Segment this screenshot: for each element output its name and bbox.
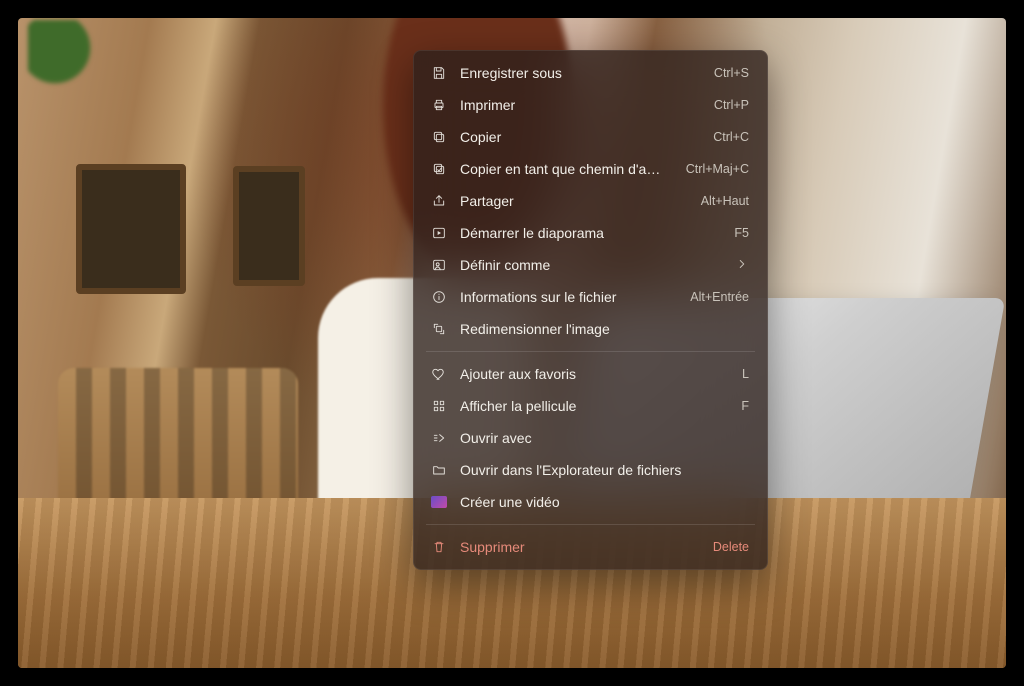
resize-icon	[430, 320, 448, 338]
info-icon	[430, 288, 448, 306]
trash-icon	[430, 538, 448, 556]
menu-item-label: Redimensionner l'image	[460, 321, 749, 337]
menu-item-shortcut: Ctrl+C	[713, 130, 749, 144]
video-gradient-icon	[430, 493, 448, 511]
menu-item-shortcut: Alt+Haut	[701, 194, 749, 208]
menu-item-copy-path[interactable]: Copier en tant que chemin d'accès Ctrl+M…	[418, 153, 763, 185]
menu-item-save-as[interactable]: Enregistrer sous Ctrl+S	[418, 57, 763, 89]
bg-decor	[233, 166, 305, 286]
menu-item-open-explorer[interactable]: Ouvrir dans l'Explorateur de fichiers	[418, 454, 763, 486]
bg-decor	[28, 20, 118, 90]
menu-item-file-info[interactable]: Informations sur le fichier Alt+Entrée	[418, 281, 763, 313]
chevron-right-icon	[735, 257, 749, 274]
grid-icon	[430, 397, 448, 415]
menu-item-shortcut: F5	[734, 226, 749, 240]
copy-path-icon	[430, 160, 448, 178]
menu-item-label: Démarrer le diaporama	[460, 225, 712, 241]
menu-item-print[interactable]: Imprimer Ctrl+P	[418, 89, 763, 121]
menu-item-set-as[interactable]: Définir comme	[418, 249, 763, 281]
menu-item-label: Copier	[460, 129, 691, 145]
copy-icon	[430, 128, 448, 146]
menu-item-shortcut: L	[742, 367, 749, 381]
menu-item-label: Imprimer	[460, 97, 692, 113]
printer-icon	[430, 96, 448, 114]
menu-item-label: Ajouter aux favoris	[460, 366, 720, 382]
menu-separator	[426, 524, 755, 525]
bg-decor	[76, 164, 186, 294]
menu-item-label: Afficher la pellicule	[460, 398, 719, 414]
share-icon	[430, 192, 448, 210]
context-menu: Enregistrer sous Ctrl+S Imprimer Ctrl+P …	[413, 50, 768, 570]
photo-viewer-window: Enregistrer sous Ctrl+S Imprimer Ctrl+P …	[0, 0, 1024, 686]
play-box-icon	[430, 224, 448, 242]
menu-item-copy[interactable]: Copier Ctrl+C	[418, 121, 763, 153]
menu-separator	[426, 351, 755, 352]
folder-icon	[430, 461, 448, 479]
menu-item-label: Créer une vidéo	[460, 494, 749, 510]
menu-item-favorite[interactable]: Ajouter aux favoris L	[418, 358, 763, 390]
menu-item-shortcut: F	[741, 399, 749, 413]
heart-icon	[430, 365, 448, 383]
menu-item-label: Informations sur le fichier	[460, 289, 668, 305]
menu-item-label: Ouvrir dans l'Explorateur de fichiers	[460, 462, 749, 478]
menu-item-resize[interactable]: Redimensionner l'image	[418, 313, 763, 345]
menu-item-shortcut: Delete	[713, 540, 749, 554]
menu-item-label: Copier en tant que chemin d'accès	[460, 161, 664, 177]
menu-item-delete[interactable]: Supprimer Delete	[418, 531, 763, 563]
save-icon	[430, 64, 448, 82]
menu-item-share[interactable]: Partager Alt+Haut	[418, 185, 763, 217]
menu-item-filmstrip[interactable]: Afficher la pellicule F	[418, 390, 763, 422]
menu-item-shortcut: Alt+Entrée	[690, 290, 749, 304]
menu-item-label: Supprimer	[460, 539, 691, 555]
menu-item-shortcut: Ctrl+Maj+C	[686, 162, 749, 176]
menu-item-label: Définir comme	[460, 257, 723, 273]
menu-item-label: Enregistrer sous	[460, 65, 692, 81]
picture-person-icon	[430, 256, 448, 274]
open-with-icon	[430, 429, 448, 447]
menu-item-slideshow[interactable]: Démarrer le diaporama F5	[418, 217, 763, 249]
menu-item-label: Partager	[460, 193, 679, 209]
menu-item-open-with[interactable]: Ouvrir avec	[418, 422, 763, 454]
menu-item-label: Ouvrir avec	[460, 430, 749, 446]
menu-item-create-video[interactable]: Créer une vidéo	[418, 486, 763, 518]
menu-item-shortcut: Ctrl+P	[714, 98, 749, 112]
menu-item-shortcut: Ctrl+S	[714, 66, 749, 80]
